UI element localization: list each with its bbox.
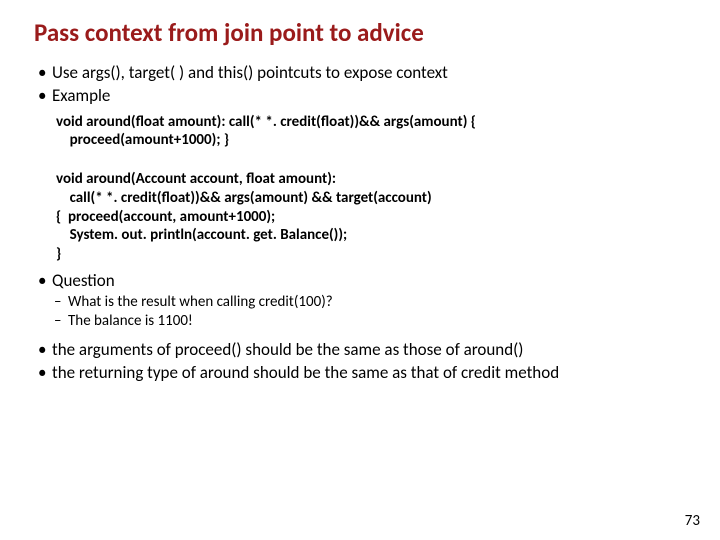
bullet-item: Question: [38, 270, 692, 291]
bullet-item: the arguments of proceed() should be the…: [38, 339, 692, 360]
sub-bullet-list: What is the result when calling credit(1…: [28, 293, 692, 331]
bullet-item: Use args(), target( ) and this() pointcu…: [38, 62, 692, 83]
code-block-2: void around(Account account, float amoun…: [28, 166, 692, 270]
bullet-list: Question: [28, 270, 692, 291]
bullet-item: the returning type of around should be t…: [38, 362, 692, 383]
bullet-list: Use args(), target( ) and this() pointcu…: [28, 62, 692, 107]
code-line: void around(Account account, float amoun…: [56, 170, 692, 189]
page-number: 73: [685, 512, 700, 530]
sub-bullet-item: What is the result when calling credit(1…: [54, 293, 692, 312]
code-line: }: [56, 245, 692, 264]
sub-bullet-item: The balance is 1100!: [54, 312, 692, 331]
slide-title: Pass context from join point to advice: [28, 18, 692, 48]
code-line: { proceed(account, amount+1000);: [56, 208, 692, 227]
code-line: System. out. println(account. get. Balan…: [56, 226, 692, 245]
bullet-item: Example: [38, 85, 692, 106]
code-line: void around(float amount): call(* *. cre…: [56, 113, 692, 132]
bullet-list: the arguments of proceed() should be the…: [28, 339, 692, 384]
slide: Pass context from join point to advice U…: [0, 0, 720, 540]
code-line: proceed(amount+1000); }: [56, 131, 692, 150]
code-line: call(* *. credit(float))&& args(amount) …: [56, 189, 692, 208]
code-block-1: void around(float amount): call(* *. cre…: [28, 109, 692, 157]
